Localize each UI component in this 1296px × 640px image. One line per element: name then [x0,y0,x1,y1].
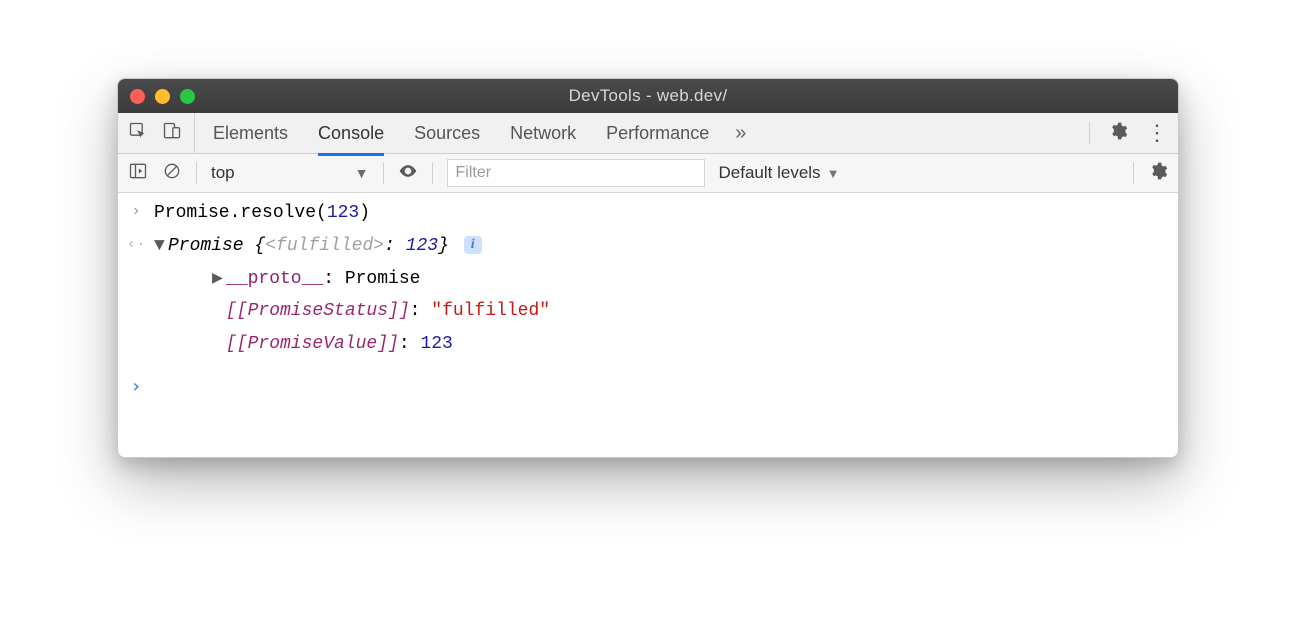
zoom-window-button[interactable] [180,89,195,104]
console-settings-gear-icon[interactable] [1148,161,1168,186]
output-marker-icon: ‹· [128,232,144,258]
log-levels-select[interactable]: Default levels ▼ [719,163,840,183]
info-icon[interactable]: i [464,236,482,254]
separator [432,162,433,184]
settings-gear-icon[interactable] [1108,121,1128,146]
tab-console[interactable]: Console [318,113,384,156]
disclosure-triangle-icon[interactable]: ▶ [212,265,226,294]
filter-input[interactable] [447,159,705,187]
kebab-menu-icon[interactable]: ⋮ [1146,122,1168,144]
console-result[interactable]: ‹· ▼Promise {<fulfilled>: 123} i [128,230,1168,263]
context-label: top [211,163,235,183]
window-controls [130,89,195,104]
titlebar: DevTools - web.dev/ [118,79,1178,113]
chevron-down-icon: ▼ [355,165,369,181]
window-title: DevTools - web.dev/ [569,86,728,106]
console-input-echo: › Promise.resolve(123) [128,197,1168,230]
result-property-status: [[PromiseStatus]]: "fulfilled" [128,295,1168,328]
tab-elements[interactable]: Elements [213,113,288,153]
separator [1133,162,1134,184]
devtools-window: DevTools - web.dev/ Elements Console Sou… [117,78,1179,458]
device-toolbar-icon[interactable] [162,121,182,146]
toggle-sidebar-icon[interactable] [128,161,148,186]
tab-sources[interactable]: Sources [414,113,480,153]
tabs-overflow-icon[interactable]: » [735,122,746,145]
console-prompt[interactable]: › [128,371,1168,404]
separator [383,162,384,184]
panel-tabbar: Elements Console Sources Network Perform… [118,113,1178,154]
chevron-down-icon: ▼ [827,166,840,181]
input-code: Promise.resolve(123) [154,199,370,228]
console-toolbar: top ▼ Default levels ▼ [118,154,1178,193]
separator [1089,122,1090,144]
inspect-element-icon[interactable] [128,121,148,146]
panel-tabs: Elements Console Sources Network Perform… [213,113,709,153]
result-header: ▼Promise {<fulfilled>: 123} i [154,232,482,261]
tab-network[interactable]: Network [510,113,576,153]
levels-label: Default levels [719,163,821,183]
tab-performance[interactable]: Performance [606,113,709,153]
input-marker-icon: › [128,199,144,225]
separator [196,162,197,184]
minimize-window-button[interactable] [155,89,170,104]
live-expression-eye-icon[interactable] [398,161,418,186]
result-property-proto[interactable]: ▶__proto__: Promise [128,263,1168,296]
execution-context-select[interactable]: top ▼ [211,163,369,183]
close-window-button[interactable] [130,89,145,104]
prompt-marker-icon: › [128,373,144,402]
disclosure-triangle-icon[interactable]: ▼ [154,232,168,261]
result-property-value: [[PromiseValue]]: 123 [128,328,1168,361]
console-output: › Promise.resolve(123) ‹· ▼Promise {<ful… [118,193,1178,457]
clear-console-icon[interactable] [162,161,182,186]
